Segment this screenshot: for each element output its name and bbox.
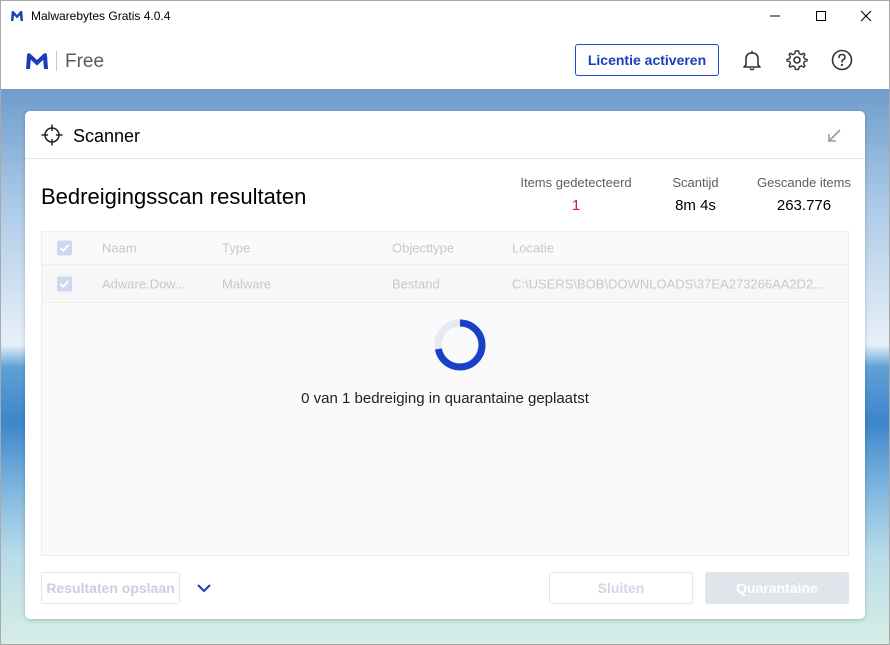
save-results-button[interactable]: Resultaten opslaan [41,572,180,604]
title-bar[interactable]: Malwarebytes Gratis 4.0.4 [1,1,889,31]
progress-spinner [434,319,486,371]
crosshair-icon [41,124,63,146]
panel-header: Scanner [25,111,865,159]
gear-icon[interactable] [785,48,809,72]
help-icon[interactable] [830,48,854,72]
collapse-arrow-icon[interactable] [825,127,843,145]
malwarebytes-logo-icon [11,10,23,21]
header-divider [56,51,57,71]
edition-label: Free [65,51,105,72]
table-header: Naam Type Objecttype Locatie [42,232,848,265]
stat-scanned-items: Gescande items 263.776 [753,175,855,214]
stat-value: 263.776 [776,197,832,214]
checkmark-icon [59,244,70,252]
threat-location: C:\USERS\BOB\DOWNLOADS\37EA273266AA2D2..… [512,276,825,291]
window-title: Malwarebytes Gratis 4.0.4 [31,9,171,23]
close-button[interactable] [843,1,889,31]
maximize-icon [816,11,826,21]
column-header-name[interactable]: Naam [102,241,137,256]
scanner-panel: Scanner Bedreigingsscan resultaten Items… [25,111,865,619]
stat-scan-time: Scantijd 8m 4s [663,175,728,214]
close-results-button[interactable]: Sluiten [549,572,693,604]
table-row[interactable]: Adware.Dow... Malware Bestand C:\USERS\B… [42,265,848,303]
stat-value: 1 [571,197,581,214]
select-all-checkbox[interactable] [57,240,72,256]
stat-label: Items gedetecteerd [520,175,632,190]
results-table: Naam Type Objecttype Locatie Adware.Dow.… [41,231,849,556]
column-header-type[interactable]: Type [222,241,250,256]
stat-label: Gescande items [757,175,851,190]
checkmark-icon [59,279,70,288]
stat-items-detected: Items gedetecteerd 1 [516,175,636,214]
quarantine-status: 0 van 1 bedreiging in quarantaine geplaa… [301,390,589,407]
quarantine-button[interactable]: Quarantaine [705,572,849,604]
minimize-icon [770,15,780,17]
stat-label: Scantijd [672,175,719,190]
threat-name: Adware.Dow... [102,276,186,291]
panel-title: Scanner [73,126,141,146]
app-header: Free Licentie activeren [1,31,889,89]
results-heading: Bedreigingsscan resultaten [41,184,307,209]
close-icon [860,10,872,22]
bell-icon[interactable] [740,48,764,72]
malwarebytes-logo-icon [26,53,48,69]
stat-value: 8m 4s [675,197,716,214]
row-checkbox[interactable] [57,276,72,291]
minimize-button[interactable] [752,1,798,31]
chevron-down-icon[interactable] [195,579,213,597]
column-header-object-type[interactable]: Objecttype [392,241,454,256]
column-header-location[interactable]: Locatie [512,241,554,256]
maximize-button[interactable] [798,1,844,31]
activate-license-button[interactable]: Licentie activeren [575,44,719,76]
threat-type: Malware [222,276,272,291]
threat-object-type: Bestand [392,276,440,291]
